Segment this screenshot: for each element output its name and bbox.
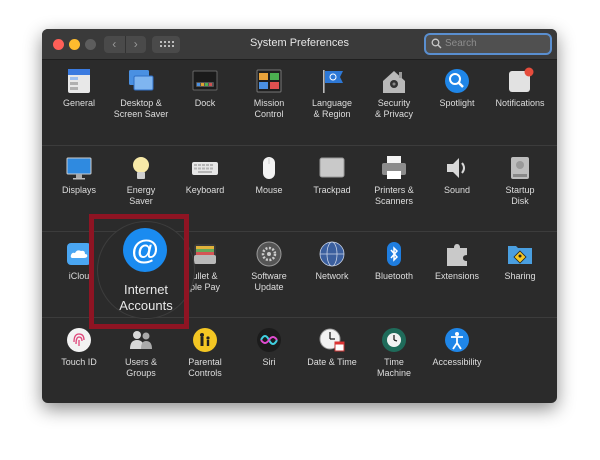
pref-pane-touch-id[interactable]: Touch ID — [47, 318, 111, 403]
search-field[interactable] — [426, 35, 550, 53]
pref-pane-language-region[interactable]: Language & Region — [300, 59, 364, 145]
title-bar: ‹ › System Preferences — [42, 29, 557, 60]
sound-icon — [443, 154, 471, 182]
pref-pane-label: Startup Disk — [505, 185, 535, 206]
pref-pane-label: Time Machine — [376, 357, 412, 378]
pref-pane-sharing[interactable]: Sharing — [488, 232, 552, 318]
wallet-apple-pay-icon — [191, 240, 219, 268]
pref-pane-sound[interactable]: Sound — [425, 146, 489, 232]
pref-pane-label: Security & Privacy — [374, 98, 413, 119]
startup-disk-icon — [506, 154, 534, 182]
pref-pane-date-time[interactable]: Date & Time — [300, 318, 364, 403]
parental-controls-icon — [191, 326, 219, 354]
pref-pane-label: Sound — [443, 185, 471, 195]
bluetooth-icon — [380, 240, 408, 268]
pref-pane-startup-disk[interactable]: Startup Disk — [488, 146, 552, 232]
trackpad-icon — [318, 154, 346, 182]
pref-row-4: Touch ID Users & Groups Parental Controls S… — [42, 317, 557, 403]
notifications-icon — [506, 67, 534, 95]
pref-pane-software-update[interactable]: Software Update — [237, 232, 301, 318]
energy-saver-icon — [127, 154, 155, 182]
general-icon — [65, 67, 93, 95]
pref-pane-label: Printers & Scanners — [374, 185, 414, 206]
language-region-icon — [318, 67, 346, 95]
pref-pane-accessibility[interactable]: Accessibility — [425, 318, 489, 403]
time-machine-icon — [380, 326, 408, 354]
pref-pane-label: Extensions — [434, 271, 480, 281]
desktop-screen-saver-icon — [127, 67, 155, 95]
pref-pane-label: Bluetooth — [374, 271, 414, 281]
pref-pane-label: Mission Control — [253, 98, 285, 119]
mission-control-icon — [255, 67, 283, 95]
pref-pane-desktop-screen-saver[interactable]: Desktop & Screen Saver — [109, 59, 173, 145]
printers-scanners-icon — [380, 154, 408, 182]
pref-pane-siri[interactable]: Siri — [237, 318, 301, 403]
pref-pane-label: Parental Controls — [188, 357, 222, 378]
system-preferences-window: ‹ › System Preferences GeneralDesktop & … — [42, 29, 557, 403]
pref-pane-label: Notifications — [495, 98, 545, 108]
pref-pane-label: Desktop & Screen Saver — [113, 98, 169, 119]
pref-pane-dock[interactable]: Dock — [173, 59, 237, 145]
displays-icon — [65, 154, 93, 182]
pref-pane-trackpad[interactable]: Trackpad — [300, 146, 364, 232]
dock-icon — [191, 67, 219, 95]
spotlight-icon — [443, 67, 471, 95]
pref-pane-parental-controls[interactable]: Parental Controls — [173, 318, 237, 403]
search-icon — [431, 38, 442, 49]
pref-pane-users-groups[interactable]: Users & Groups — [109, 318, 173, 403]
pref-pane-network[interactable]: Network — [300, 232, 364, 318]
pref-pane-label: Dock — [194, 98, 216, 108]
pref-pane-time-machine[interactable]: Time Machine — [362, 318, 426, 403]
pref-pane-label: Software Update — [251, 271, 287, 292]
pref-pane-security-privacy[interactable]: Security & Privacy — [362, 59, 426, 145]
pref-pane-extensions[interactable]: Extensions — [425, 232, 489, 318]
keyboard-icon — [191, 154, 219, 182]
search-input[interactable] — [445, 36, 543, 51]
pref-pane-label: Users & Groups — [124, 357, 157, 378]
mouse-icon — [255, 154, 283, 182]
pref-pane-label: Siri — [262, 357, 276, 367]
pref-pane-label: Energy Saver — [126, 185, 156, 206]
network-icon — [318, 240, 346, 268]
pref-pane-mouse[interactable]: Mouse — [237, 146, 301, 232]
sharing-icon — [506, 240, 534, 268]
extensions-icon — [443, 240, 471, 268]
pref-pane-label: Spotlight — [439, 98, 475, 108]
software-update-icon — [255, 240, 283, 268]
pref-pane-notifications[interactable]: Notifications — [488, 59, 552, 145]
pref-pane-label: Mouse — [255, 185, 283, 195]
highlight-box — [89, 214, 189, 329]
pref-pane-label: Accessibility — [432, 357, 482, 367]
accessibility-icon — [443, 326, 471, 354]
pref-pane-bluetooth[interactable]: Bluetooth — [362, 232, 426, 318]
siri-icon — [255, 326, 283, 354]
pref-pane-printers-scanners[interactable]: Printers & Scanners — [362, 146, 426, 232]
pref-row-1: General Desktop & Screen Saver Dock Mission… — [42, 59, 557, 145]
pref-pane-mission-control[interactable]: Mission Control — [237, 59, 301, 145]
pref-pane-label: Keyboard — [185, 185, 225, 195]
date-time-icon — [318, 326, 346, 354]
pref-pane-spotlight[interactable]: Spotlight — [425, 59, 489, 145]
touch-id-icon — [65, 326, 93, 354]
pref-pane-general[interactable]: General — [47, 59, 111, 145]
pref-pane-label: Sharing — [504, 271, 536, 281]
security-privacy-icon — [380, 67, 408, 95]
users-groups-icon — [127, 326, 155, 354]
